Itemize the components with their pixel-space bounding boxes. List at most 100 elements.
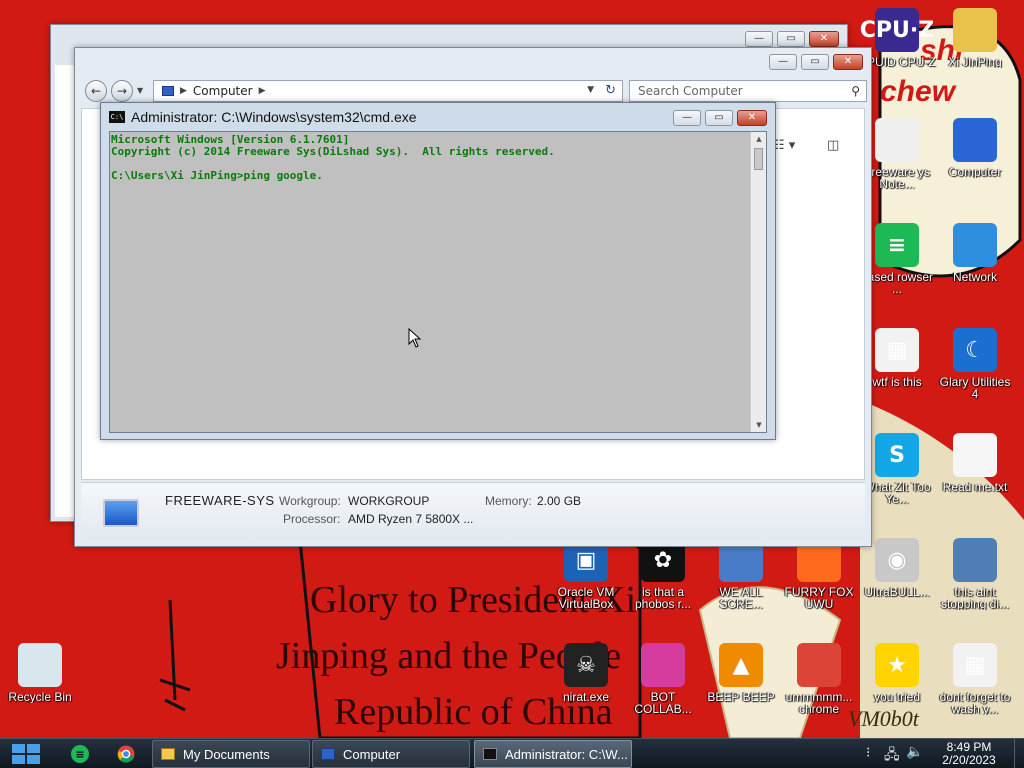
desktop-shortcut-label: Glary Utilities 4 (939, 376, 1011, 400)
vertical-scrollbar[interactable]: ▲ ▼ (750, 132, 766, 432)
start-button[interactable] (10, 742, 42, 766)
cmd-icon: C:\ (109, 111, 125, 123)
desktop-shortcut-label: ummmmm... chrome (785, 691, 853, 715)
search-placeholder: Search Computer (638, 84, 743, 98)
desktop-shortcut-label: dont forget to wash y... (939, 691, 1011, 715)
taskbar: ≡ My Documents Computer Administrator: C:\… (0, 738, 1024, 768)
memory-label: Memory: (485, 494, 532, 508)
minimize-button[interactable]: — (745, 31, 773, 47)
taskbar-pin-browser[interactable]: ≡ (62, 742, 98, 766)
chrome-icon (797, 643, 841, 687)
desktop-shortcut[interactable]: ▣ Oracle VM VirtualBox (546, 538, 626, 610)
browser-icon: ≡ (875, 223, 919, 267)
recent-pages-icon[interactable]: ▼ (137, 86, 143, 95)
desktop-shortcut-label: you tried (873, 691, 921, 703)
desktop-shortcut[interactable]: ☠ nirat.exe (546, 643, 626, 703)
desktop-shortcut-label: Recycle Bin (8, 691, 72, 703)
glary-icon: ☾ (953, 328, 997, 372)
refresh-icon[interactable]: ↻ (605, 83, 616, 98)
taskbar-task-label: My Documents (183, 746, 270, 762)
chevron-right-icon[interactable]: ▶ (259, 86, 266, 96)
desktop-shortcut[interactable]: this aint stopping di... (935, 538, 1015, 610)
search-input[interactable]: Search Computer ⚲ (629, 80, 867, 102)
desktop-shortcut[interactable]: ★ you tried (857, 643, 937, 703)
desktop-shortcut-label: WE ALL SCRE... (719, 586, 763, 610)
taskbar-task-button[interactable]: Administrator: C:\W... (474, 740, 632, 768)
desktop-shortcut[interactable]: BOT COLLAB... (623, 643, 703, 715)
minimize-button[interactable]: — (673, 110, 701, 126)
scroll-down-icon[interactable]: ▼ (751, 418, 766, 432)
desktop-shortcut[interactable]: WE ALL SCRE... (701, 538, 781, 610)
window-controls: — ▭ ✕ (745, 31, 839, 47)
network-tray-icon[interactable]: 🖧 (884, 744, 900, 768)
wallpaper-corner-text-mid: chew (880, 75, 956, 108)
maximize-button[interactable]: ▭ (801, 54, 829, 70)
freeware-notes-icon (875, 118, 919, 162)
desktop-shortcut[interactable]: Xi JinPing (935, 8, 1015, 68)
processor-value: AMD Ryzen 7 5800X ... (348, 512, 474, 526)
desktop-shortcut-label: BEEP BEEP (707, 691, 775, 703)
wtf-icon: ▦ (875, 328, 919, 372)
taskbar-task-button[interactable]: Computer (312, 740, 470, 768)
command-prompt-window[interactable]: C:\ Administrator: C:\Windows\system32\c… (100, 102, 776, 440)
ultrabull-icon: ◉ (875, 538, 919, 582)
recycle-bin-icon (18, 643, 62, 687)
close-button[interactable]: ✕ (737, 110, 767, 126)
desktop-shortcut-label: Oracle VM VirtualBox (557, 586, 615, 610)
system-clock[interactable]: 8:49 PM 2/20/2023 (936, 741, 1002, 767)
show-hidden-icons-icon[interactable]: ⁝ (866, 745, 870, 761)
desktop-shortcut[interactable]: ☾ Glary Utilities 4 (935, 328, 1015, 400)
folder-icon (161, 748, 175, 760)
desktop-shortcut[interactable]: Computer (935, 118, 1015, 178)
close-button[interactable]: ✕ (833, 54, 863, 70)
back-button[interactable]: ← (85, 80, 107, 102)
computer-icon (162, 86, 174, 96)
details-pane: FREEWARE-SYS Workgroup: WORKGROUP Memory… (81, 482, 865, 540)
desktop-shortcut-label: BOT COLLAB... (634, 691, 692, 715)
browser-icon: ≡ (71, 745, 89, 763)
desktop-shortcut[interactable]: Recycle Bin (0, 643, 80, 703)
desktop-shortcut-label: nirat.exe (562, 691, 610, 703)
clock-date: 2/20/2023 (942, 753, 996, 767)
desktop-shortcut-label: Network (952, 271, 997, 283)
window-controls: — ▭ ✕ (769, 54, 863, 70)
scroll-thumb[interactable] (754, 148, 763, 170)
workgroup-label: Workgroup: (279, 494, 341, 508)
address-bar[interactable]: ▶ Computer ▶ ▼ ↻ (153, 80, 623, 102)
scroll-up-icon[interactable]: ▲ (751, 132, 766, 146)
vlc-icon: ▲ (719, 643, 763, 687)
console-command-line[interactable]: C:\Users\Xi JinPing>ping google. (111, 169, 323, 182)
console-output[interactable]: Microsoft Windows [Version 6.1.7601] Cop… (109, 131, 767, 433)
close-button[interactable]: ✕ (809, 31, 839, 47)
desktop-shortcut[interactable]: Network (935, 223, 1015, 283)
taskbar-task-label: Computer (343, 746, 401, 762)
desktop-shortcut[interactable]: ummmmm... chrome (779, 643, 859, 715)
desktop-shortcut[interactable]: ✿ is that a phobos r... (623, 538, 703, 610)
desktop-shortcut-label: UltraBULL... (864, 586, 930, 598)
computer-name: FREEWARE-SYS (165, 493, 275, 508)
readme-icon (953, 433, 997, 477)
preview-pane-icon[interactable]: ◫ (827, 138, 839, 153)
maximize-button[interactable]: ▭ (777, 31, 805, 47)
breadcrumb-computer[interactable]: Computer (193, 84, 253, 98)
desktop-shortcut[interactable]: ▲ BEEP BEEP (701, 643, 781, 703)
volume-tray-icon[interactable]: 🔈 (906, 744, 923, 760)
minimize-button[interactable]: — (769, 54, 797, 70)
desktop-shortcut[interactable]: FURRY FOX UWU (779, 538, 859, 610)
view-options-icon[interactable]: ☷ ▾ (773, 138, 795, 153)
taskbar-pin-chrome[interactable] (108, 742, 144, 766)
maximize-button[interactable]: ▭ (705, 110, 733, 126)
desktop-shortcut[interactable]: ◉ UltraBULL... (857, 538, 937, 598)
address-dropdown-icon[interactable]: ▼ (587, 85, 594, 95)
taskbar-task-button[interactable]: My Documents (152, 740, 310, 768)
desktop-shortcut[interactable]: Read me.txt (935, 433, 1015, 493)
forward-button[interactable]: → (111, 80, 133, 102)
workgroup-value: WORKGROUP (348, 494, 430, 508)
chevron-right-icon: ▶ (180, 86, 187, 96)
desktop-shortcut-label: Xi JinPing (948, 56, 1002, 68)
console-text[interactable]: Microsoft Windows [Version 6.1.7601] Cop… (110, 132, 766, 182)
search-icon[interactable]: ⚲ (851, 84, 860, 98)
star-icon: ★ (875, 643, 919, 687)
show-desktop-button[interactable] (1014, 739, 1024, 768)
desktop-shortcut[interactable]: ▦ dont forget to wash y... (935, 643, 1015, 715)
